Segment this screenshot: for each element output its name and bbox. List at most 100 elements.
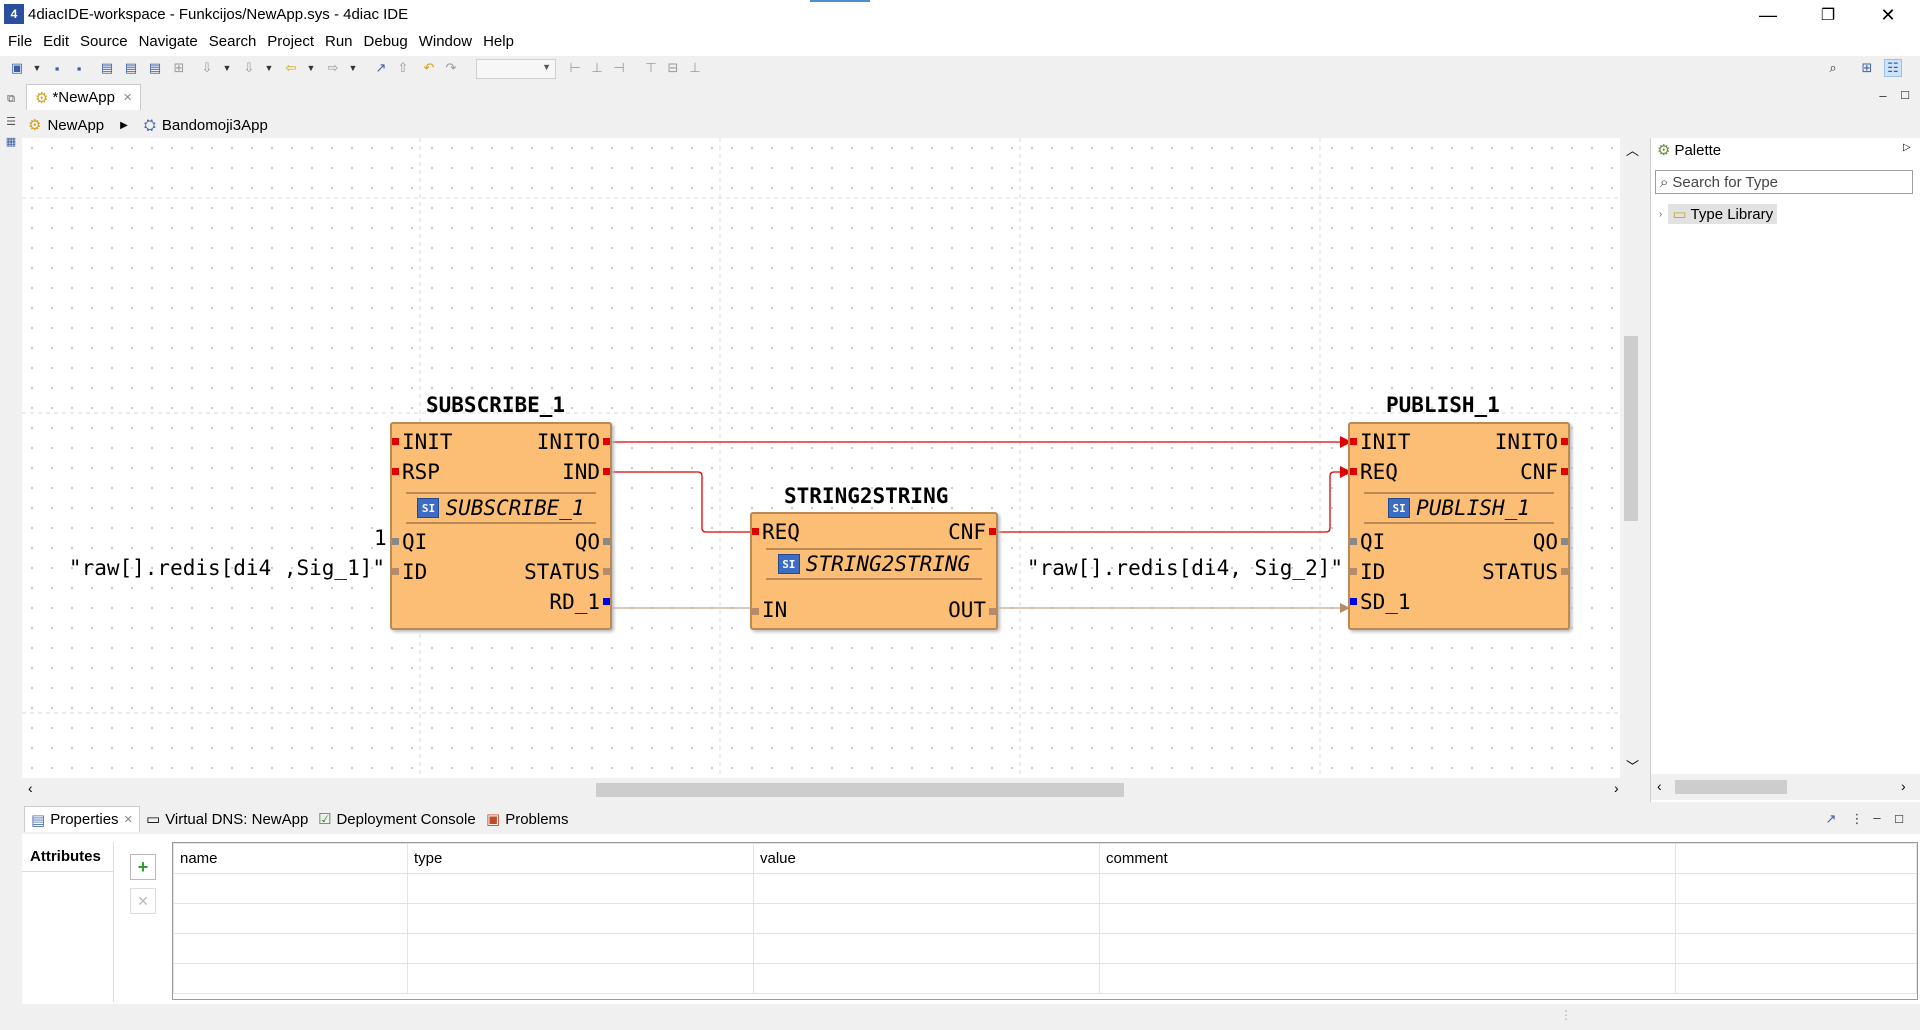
pin-sd1[interactable] [1350,598,1357,605]
back-dropdown-icon[interactable]: ▼ [302,59,320,77]
pin-req[interactable] [1350,468,1357,475]
fb-type-publish[interactable]: SI PUBLISH_1 [1364,492,1554,524]
port-out[interactable]: OUT [948,598,986,622]
menu-file[interactable]: File [8,30,39,56]
pin-init[interactable] [392,438,399,445]
open-console-icon[interactable]: ↗ [1822,810,1840,828]
tab-deployment-console[interactable]: ☑ Deployment Console [312,806,482,832]
save-icon[interactable]: ▪ [48,59,66,77]
tab-virtual-dns[interactable]: ▭ Virtual DNS: NewApp [140,806,314,832]
fb-string2string[interactable]: REQ CNF SI STRING2STRING IN OUT [750,512,998,630]
up-icon[interactable]: ⇧ [394,59,412,77]
menu-help[interactable]: Help [483,30,521,56]
port-qo[interactable]: QO [1533,530,1558,554]
horizontal-scroll-thumb[interactable] [596,783,1124,797]
tool-3-dropdown-icon[interactable]: ▼ [260,59,278,77]
breadcrumb-item-newapp[interactable]: NewApp [47,117,104,134]
pin-qi[interactable] [1350,538,1357,545]
port-rsp[interactable]: RSP [402,460,440,484]
pin-cnf[interactable] [989,528,996,535]
column-comment[interactable]: comment [1099,843,1676,874]
column-name[interactable]: name [173,843,408,874]
pin-rd1[interactable] [603,598,610,605]
fb-subscribe[interactable]: INIT RSP INITO IND SI SUBSCRIBE_1 QI ID … [390,422,612,630]
pin-qi[interactable] [392,538,399,545]
param-qi-value[interactable]: 1 [374,526,387,550]
align-center-icon[interactable]: ⊥ [588,59,606,77]
port-sd1[interactable]: SD_1 [1360,590,1411,614]
palette-horizontal-scrollbar[interactable]: ‹ › [1651,774,1920,800]
back-icon[interactable]: ⇦ [282,59,300,77]
port-req[interactable]: REQ [1360,460,1398,484]
layer-3-icon[interactable]: ▤ [146,59,164,77]
maximize-view-icon[interactable]: ☐ [1896,86,1914,104]
section-attributes[interactable]: Attributes [22,842,113,872]
pin-init[interactable] [1350,438,1357,445]
port-qo[interactable]: QO [575,530,600,554]
port-qi[interactable]: QI [1360,530,1385,554]
zoom-select[interactable]: ▼ [476,59,556,79]
port-cnf[interactable]: CNF [1520,460,1558,484]
maximize-view-icon[interactable]: ☐ [1890,810,1908,828]
system-perspective-icon[interactable]: ☷ [1884,59,1902,77]
view-menu-icon[interactable]: ⋮ [1848,810,1866,828]
close-icon[interactable]: ✕ [124,813,133,826]
canvas-horizontal-scrollbar[interactable]: ‹ › [22,778,1642,802]
pin-status[interactable] [1561,568,1568,575]
port-id[interactable]: ID [1360,560,1385,584]
chevron-right-icon[interactable]: › [1901,778,1906,794]
close-icon[interactable]: ✕ [123,91,132,104]
param-id-value[interactable]: "raw[].redis[di4 ,Sig_1]" [69,556,385,580]
minimize-view-icon[interactable]: – [1868,808,1886,826]
open-perspective-icon[interactable]: ⊞ [1858,59,1876,77]
fb-type-subscribe[interactable]: SI SUBSCRIBE_1 [406,492,596,524]
canvas-vertical-scrollbar[interactable]: ︿ ﹀ [1620,138,1642,778]
restore-button[interactable]: ❐ [1800,0,1856,30]
port-cnf[interactable]: CNF [948,520,986,544]
menu-window[interactable]: Window [419,30,479,56]
port-rd1[interactable]: RD_1 [549,590,600,614]
port-ind[interactable]: IND [562,460,600,484]
minimize-button[interactable]: — [1740,0,1796,30]
pin-inito[interactable] [1561,438,1568,445]
redo-icon[interactable]: ↷ [442,59,460,77]
fb-type-string2string[interactable]: SI STRING2STRING [766,548,982,580]
tab-newapp[interactable]: ⚙ *NewApp ✕ [26,84,142,110]
menu-search[interactable]: Search [209,30,264,56]
palette-tree-item-type-library[interactable]: › ▭ Type Library [1659,204,1778,224]
fb-instance-name-string2string[interactable]: STRING2STRING [784,484,948,508]
add-attribute-button[interactable]: + [130,854,156,880]
save-all-icon[interactable]: ▪ [70,59,88,77]
close-button[interactable]: ✕ [1860,0,1916,30]
undo-icon[interactable]: ↶ [420,59,438,77]
layer-icon[interactable]: ▤ [98,59,116,77]
align-bottom-icon[interactable]: ⊥ [686,59,704,77]
minimize-view-icon[interactable]: – [1874,86,1892,104]
fb-network-canvas[interactable]: SUBSCRIBE_1 INIT RSP INITO IND SI SUBSCR… [22,138,1620,778]
chevron-right-icon[interactable]: ▶ [120,120,128,131]
forward-icon[interactable]: ⇨ [324,59,342,77]
palette-scroll-thumb[interactable] [1675,780,1787,794]
open-icon[interactable]: ↗ [372,59,390,77]
port-qi[interactable]: QI [402,530,427,554]
param-publish-id-value[interactable]: "raw[].redis[di4, Sig_2]" [1027,556,1343,580]
align-middle-icon[interactable]: ⊟ [664,59,682,77]
menu-edit[interactable]: Edit [43,30,76,56]
pin-qo[interactable] [1561,538,1568,545]
column-type[interactable]: type [407,843,754,874]
port-inito[interactable]: INITO [1495,430,1558,454]
pin-qo[interactable] [603,538,610,545]
attributes-table[interactable]: name type value comment [172,842,1918,1000]
tool-2-dropdown-icon[interactable]: ▼ [218,59,236,77]
collapse-palette-icon[interactable]: ▷ [1903,142,1911,153]
align-top-icon[interactable]: ⊤ [642,59,660,77]
pin-inito[interactable] [603,438,610,445]
forward-dropdown-icon[interactable]: ▼ [344,59,362,77]
tab-problems[interactable]: ▣ Problems [480,806,575,832]
pin-rsp[interactable] [392,468,399,475]
fb-instance-name-subscribe[interactable]: SUBSCRIBE_1 [426,393,565,417]
port-id[interactable]: ID [402,560,427,584]
chevron-right-icon[interactable]: › [1659,209,1662,220]
tool-icon[interactable]: ⊞ [170,59,188,77]
new-icon[interactable]: ▣ [8,59,26,77]
